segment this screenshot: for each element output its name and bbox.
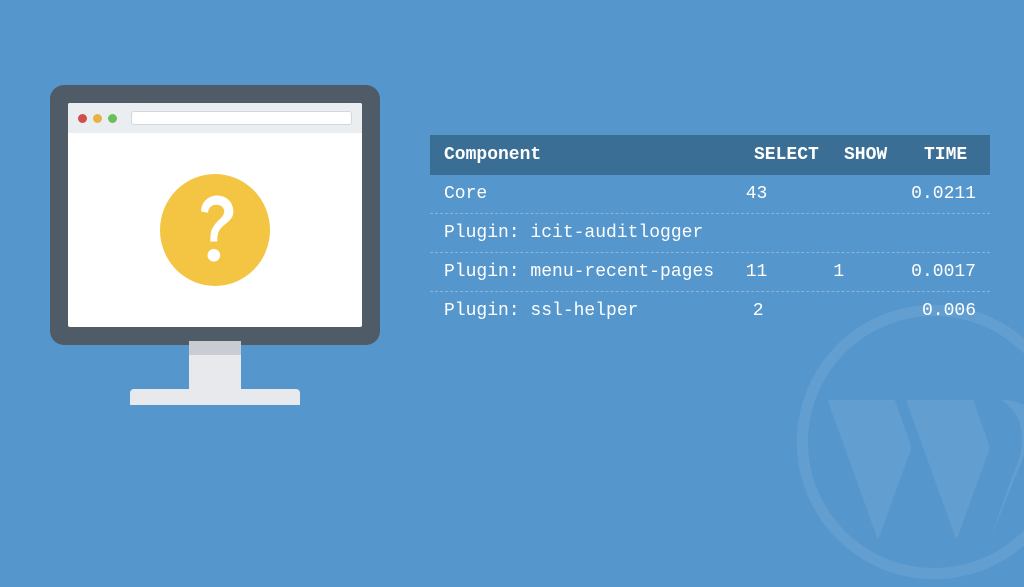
table-row: Plugin: menu-recent-pages 11 1 0.0017 — [430, 253, 990, 292]
cell-time — [924, 223, 976, 243]
cell-component: Core — [444, 184, 746, 204]
window-max-icon — [108, 114, 117, 123]
screen-content — [68, 133, 362, 327]
url-bar — [131, 111, 352, 125]
table-row: Core 43 0.0211 — [430, 175, 990, 214]
cell-show — [842, 301, 922, 321]
cell-show — [833, 184, 911, 204]
cell-time: 0.006 — [922, 301, 976, 321]
col-header-time: TIME — [924, 145, 976, 165]
wordpress-watermark-icon — [794, 302, 1024, 582]
cell-time: 0.0017 — [911, 262, 976, 282]
monitor-base — [130, 389, 300, 405]
cell-select: 2 — [753, 301, 843, 321]
table-row: Plugin: ssl-helper 2 0.006 — [430, 292, 990, 330]
cell-component: Plugin: icit-auditlogger — [444, 223, 754, 243]
cell-select: 11 — [746, 262, 834, 282]
col-header-select: SELECT — [754, 145, 844, 165]
col-header-component: Component — [444, 145, 754, 165]
monitor-neck-shadow — [189, 341, 241, 355]
cell-select — [754, 223, 844, 243]
monitor-illustration — [50, 85, 380, 405]
cell-time: 0.0211 — [911, 184, 976, 204]
monitor-bezel — [50, 85, 380, 345]
monitor-screen — [68, 103, 362, 327]
browser-chrome — [68, 103, 362, 133]
cell-component: Plugin: ssl-helper — [444, 301, 753, 321]
question-mark-icon — [160, 174, 270, 286]
window-close-icon — [78, 114, 87, 123]
table-header-row: Component SELECT SHOW TIME — [430, 135, 990, 175]
cell-show — [844, 223, 924, 243]
table-row: Plugin: icit-auditlogger — [430, 214, 990, 253]
cell-show: 1 — [833, 262, 911, 282]
window-min-icon — [93, 114, 102, 123]
cell-select: 43 — [746, 184, 834, 204]
query-table: Component SELECT SHOW TIME Core 43 0.021… — [430, 135, 990, 330]
cell-component: Plugin: menu-recent-pages — [444, 262, 746, 282]
col-header-show: SHOW — [844, 145, 924, 165]
